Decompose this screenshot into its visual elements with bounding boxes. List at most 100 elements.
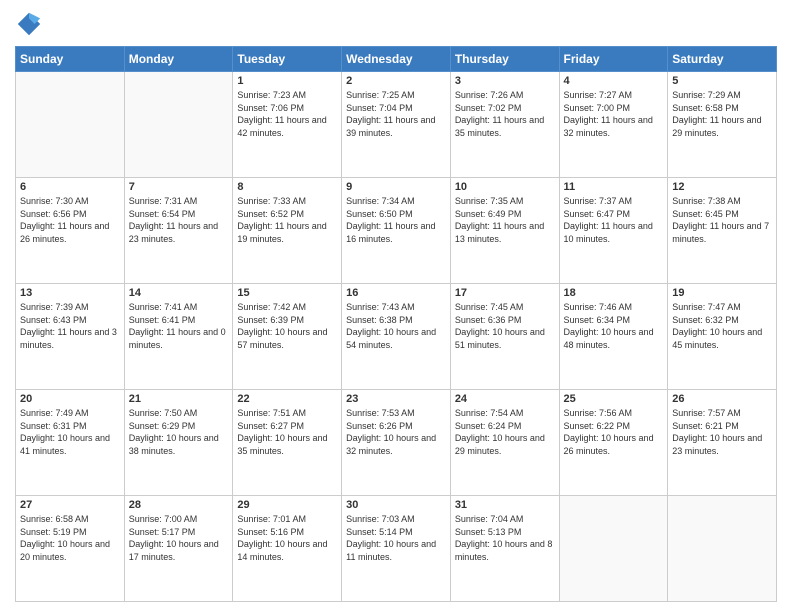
day-info: Sunrise: 7:46 AM Sunset: 6:34 PM Dayligh… — [564, 301, 664, 351]
calendar-cell: 11 Sunrise: 7:37 AM Sunset: 6:47 PM Dayli… — [559, 178, 668, 284]
day-info: Sunrise: 7:29 AM Sunset: 6:58 PM Dayligh… — [672, 89, 772, 139]
day-info: Sunrise: 7:00 AM Sunset: 5:17 PM Dayligh… — [129, 513, 229, 563]
calendar-cell: 27Sunrise: 6:58 AM Sunset: 5:19 PM Dayli… — [16, 496, 125, 602]
day-info: Sunrise: 7:27 AM Sunset: 7:00 PM Dayligh… — [564, 89, 664, 139]
day-number: 25 — [564, 393, 664, 405]
calendar-week-row: 6 Sunrise: 7:30 AM Sunset: 6:56 PM Daylig… — [16, 178, 777, 284]
day-number: 13 — [20, 287, 120, 299]
day-number: 26 — [672, 393, 772, 405]
day-info: Sunrise: 7:25 AM Sunset: 7:04 PM Dayligh… — [346, 89, 446, 139]
calendar-cell: 18 Sunrise: 7:46 AM Sunset: 6:34 PM Dayli… — [559, 284, 668, 390]
day-info: Sunrise: 7:51 AM Sunset: 6:27 PM Dayligh… — [237, 407, 337, 457]
day-number: 15 — [237, 287, 337, 299]
day-number: 2 — [346, 75, 446, 87]
calendar-cell: 30Sunrise: 7:03 AM Sunset: 5:14 PM Dayli… — [342, 496, 451, 602]
day-info: Sunrise: 7:42 AM Sunset: 6:39 PM Dayligh… — [237, 301, 337, 351]
calendar-cell: 28 Sunrise: 7:00 AM Sunset: 5:17 PM Dayli… — [124, 496, 233, 602]
calendar-weekday-friday: Friday — [559, 47, 668, 72]
day-number: 6 — [20, 181, 120, 193]
day-info: Sunrise: 7:49 AM Sunset: 6:31 PM Dayligh… — [20, 407, 120, 457]
calendar-weekday-tuesday: Tuesday — [233, 47, 342, 72]
day-number: 22 — [237, 393, 337, 405]
header — [15, 10, 777, 38]
day-info: Sunrise: 7:39 AM Sunset: 6:43 PM Dayligh… — [20, 301, 120, 351]
day-info: Sunrise: 7:53 AM Sunset: 6:26 PM Dayligh… — [346, 407, 446, 457]
calendar-cell: 12 Sunrise: 7:38 AM Sunset: 6:45 PM Dayli… — [668, 178, 777, 284]
day-number: 12 — [672, 181, 772, 193]
calendar-cell: 24 Sunrise: 7:54 AM Sunset: 6:24 PM Dayli… — [450, 390, 559, 496]
day-info: Sunrise: 7:23 AM Sunset: 7:06 PM Dayligh… — [237, 89, 337, 139]
calendar-cell — [16, 72, 125, 178]
calendar-cell: 1 Sunrise: 7:23 AM Sunset: 7:06 PM Daylig… — [233, 72, 342, 178]
day-number: 29 — [237, 499, 337, 511]
day-info: Sunrise: 7:26 AM Sunset: 7:02 PM Dayligh… — [455, 89, 555, 139]
day-number: 21 — [129, 393, 229, 405]
calendar-weekday-thursday: Thursday — [450, 47, 559, 72]
calendar-cell: 14Sunrise: 7:41 AM Sunset: 6:41 PM Dayli… — [124, 284, 233, 390]
calendar-cell: 29 Sunrise: 7:01 AM Sunset: 5:16 PM Dayli… — [233, 496, 342, 602]
calendar-cell: 6 Sunrise: 7:30 AM Sunset: 6:56 PM Daylig… — [16, 178, 125, 284]
calendar-cell: 25Sunrise: 7:56 AM Sunset: 6:22 PM Dayli… — [559, 390, 668, 496]
calendar-weekday-wednesday: Wednesday — [342, 47, 451, 72]
calendar-cell — [668, 496, 777, 602]
day-number: 23 — [346, 393, 446, 405]
calendar-cell: 22 Sunrise: 7:51 AM Sunset: 6:27 PM Dayli… — [233, 390, 342, 496]
calendar-cell: 19 Sunrise: 7:47 AM Sunset: 6:32 PM Dayli… — [668, 284, 777, 390]
day-number: 24 — [455, 393, 555, 405]
calendar-week-row: 20 Sunrise: 7:49 AM Sunset: 6:31 PM Dayli… — [16, 390, 777, 496]
day-number: 10 — [455, 181, 555, 193]
day-info: Sunrise: 7:34 AM Sunset: 6:50 PM Dayligh… — [346, 195, 446, 245]
day-number: 18 — [564, 287, 664, 299]
calendar-week-row: 13 Sunrise: 7:39 AM Sunset: 6:43 PM Dayli… — [16, 284, 777, 390]
day-number: 31 — [455, 499, 555, 511]
day-info: Sunrise: 7:37 AM Sunset: 6:47 PM Dayligh… — [564, 195, 664, 245]
day-number: 5 — [672, 75, 772, 87]
logo — [15, 10, 47, 38]
day-info: Sunrise: 7:57 AM Sunset: 6:21 PM Dayligh… — [672, 407, 772, 457]
calendar-table: SundayMondayTuesdayWednesdayThursdayFrid… — [15, 46, 777, 602]
calendar-cell: 21Sunrise: 7:50 AM Sunset: 6:29 PM Dayli… — [124, 390, 233, 496]
calendar-weekday-sunday: Sunday — [16, 47, 125, 72]
day-info: Sunrise: 6:58 AM Sunset: 5:19 PM Dayligh… — [20, 513, 120, 563]
day-number: 14 — [129, 287, 229, 299]
calendar-cell: 10 Sunrise: 7:35 AM Sunset: 6:49 PM Dayli… — [450, 178, 559, 284]
day-info: Sunrise: 7:01 AM Sunset: 5:16 PM Dayligh… — [237, 513, 337, 563]
day-info: Sunrise: 7:31 AM Sunset: 6:54 PM Dayligh… — [129, 195, 229, 245]
calendar-cell: 31Sunrise: 7:04 AM Sunset: 5:13 PM Dayli… — [450, 496, 559, 602]
day-number: 11 — [564, 181, 664, 193]
day-number: 1 — [237, 75, 337, 87]
page: SundayMondayTuesdayWednesdayThursdayFrid… — [0, 0, 792, 612]
day-info: Sunrise: 7:35 AM Sunset: 6:49 PM Dayligh… — [455, 195, 555, 245]
day-number: 28 — [129, 499, 229, 511]
calendar-cell — [124, 72, 233, 178]
calendar-cell: 23 Sunrise: 7:53 AM Sunset: 6:26 PM Dayli… — [342, 390, 451, 496]
day-number: 4 — [564, 75, 664, 87]
calendar-weekday-saturday: Saturday — [668, 47, 777, 72]
day-number: 16 — [346, 287, 446, 299]
day-info: Sunrise: 7:33 AM Sunset: 6:52 PM Dayligh… — [237, 195, 337, 245]
calendar-week-row: 27Sunrise: 6:58 AM Sunset: 5:19 PM Dayli… — [16, 496, 777, 602]
calendar-cell: 8 Sunrise: 7:33 AM Sunset: 6:52 PM Daylig… — [233, 178, 342, 284]
calendar-cell: 2 Sunrise: 7:25 AM Sunset: 7:04 PM Daylig… — [342, 72, 451, 178]
day-info: Sunrise: 7:47 AM Sunset: 6:32 PM Dayligh… — [672, 301, 772, 351]
day-number: 30 — [346, 499, 446, 511]
day-info: Sunrise: 7:43 AM Sunset: 6:38 PM Dayligh… — [346, 301, 446, 351]
logo-icon — [15, 10, 43, 38]
calendar-cell: 4 Sunrise: 7:27 AM Sunset: 7:00 PM Daylig… — [559, 72, 668, 178]
calendar-cell: 7Sunrise: 7:31 AM Sunset: 6:54 PM Daylig… — [124, 178, 233, 284]
calendar-cell: 26 Sunrise: 7:57 AM Sunset: 6:21 PM Dayli… — [668, 390, 777, 496]
day-number: 8 — [237, 181, 337, 193]
calendar-cell — [559, 496, 668, 602]
day-number: 19 — [672, 287, 772, 299]
calendar-header-row: SundayMondayTuesdayWednesdayThursdayFrid… — [16, 47, 777, 72]
day-number: 17 — [455, 287, 555, 299]
day-info: Sunrise: 7:30 AM Sunset: 6:56 PM Dayligh… — [20, 195, 120, 245]
day-info: Sunrise: 7:54 AM Sunset: 6:24 PM Dayligh… — [455, 407, 555, 457]
calendar-cell: 17Sunrise: 7:45 AM Sunset: 6:36 PM Dayli… — [450, 284, 559, 390]
calendar-cell: 15 Sunrise: 7:42 AM Sunset: 6:39 PM Dayli… — [233, 284, 342, 390]
day-number: 9 — [346, 181, 446, 193]
calendar-cell: 9 Sunrise: 7:34 AM Sunset: 6:50 PM Daylig… — [342, 178, 451, 284]
calendar-cell: 13 Sunrise: 7:39 AM Sunset: 6:43 PM Dayli… — [16, 284, 125, 390]
day-info: Sunrise: 7:38 AM Sunset: 6:45 PM Dayligh… — [672, 195, 772, 245]
day-number: 20 — [20, 393, 120, 405]
